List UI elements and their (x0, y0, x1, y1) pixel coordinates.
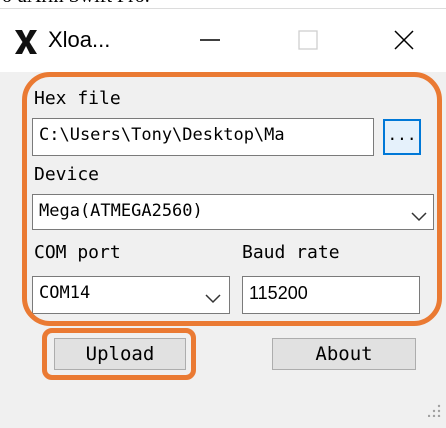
page-top-text: o uArm Swift Pro. (2, 0, 150, 8)
minimize-button[interactable] (180, 19, 240, 65)
about-button[interactable]: About (272, 338, 416, 370)
upload-button[interactable]: Upload (54, 338, 186, 370)
baud-rate-label: Baud rate (242, 242, 340, 263)
com-port-select[interactable]: COM14 (32, 276, 230, 314)
title-bar[interactable]: Xloa... (0, 8, 446, 73)
maximize-button[interactable] (278, 19, 338, 65)
page-top-strip: o uArm Swift Pro. (0, 0, 446, 8)
window-title: Xloa... (48, 27, 111, 52)
maximize-icon (297, 29, 319, 55)
device-label: Device (34, 164, 100, 185)
resize-grip-icon[interactable] (427, 402, 442, 418)
hex-file-label: Hex file (34, 88, 121, 109)
hex-file-input[interactable]: C:\Users\Tony\Desktop\Ma (32, 118, 374, 156)
browse-button[interactable]: ... (383, 119, 421, 155)
device-select[interactable]: Mega(ATMEGA2560) (32, 194, 434, 230)
close-button[interactable] (374, 19, 434, 65)
hex-file-value: C:\Users\Tony\Desktop\Ma (39, 125, 285, 145)
close-icon (393, 29, 415, 55)
device-value: Mega(ATMEGA2560) (39, 201, 203, 221)
baud-rate-value: 115200 (249, 283, 308, 303)
baud-rate-input[interactable]: 115200 (242, 276, 420, 314)
x-logo-icon (14, 29, 38, 55)
com-port-value: COM14 (39, 283, 91, 303)
com-port-label: COM port (34, 242, 121, 263)
chevron-down-icon (205, 288, 221, 304)
chevron-down-icon (411, 206, 427, 222)
minimize-icon (199, 29, 221, 55)
